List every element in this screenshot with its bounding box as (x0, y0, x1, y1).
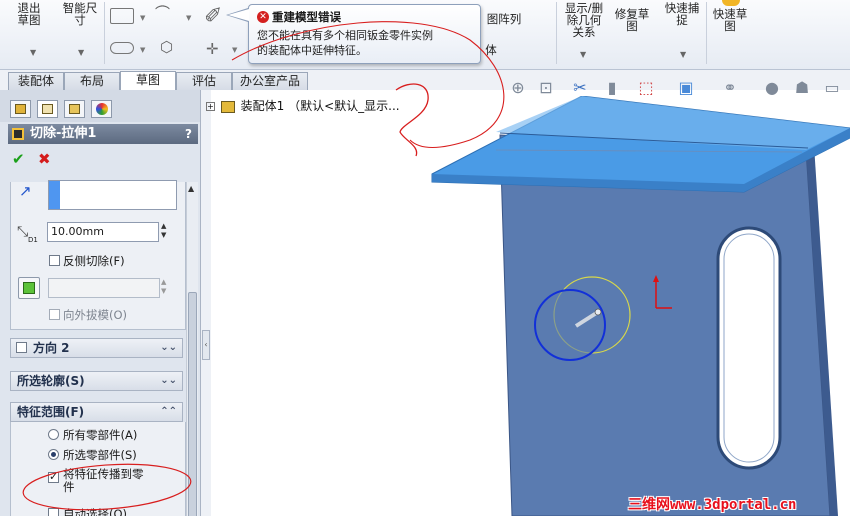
annotation-arc-path (231, 21, 505, 148)
red-annotation-scribble (231, 21, 505, 157)
annotation-scribble-path (395, 83, 429, 157)
watermark-text: 三维网www.3dportal.cn (628, 497, 797, 513)
